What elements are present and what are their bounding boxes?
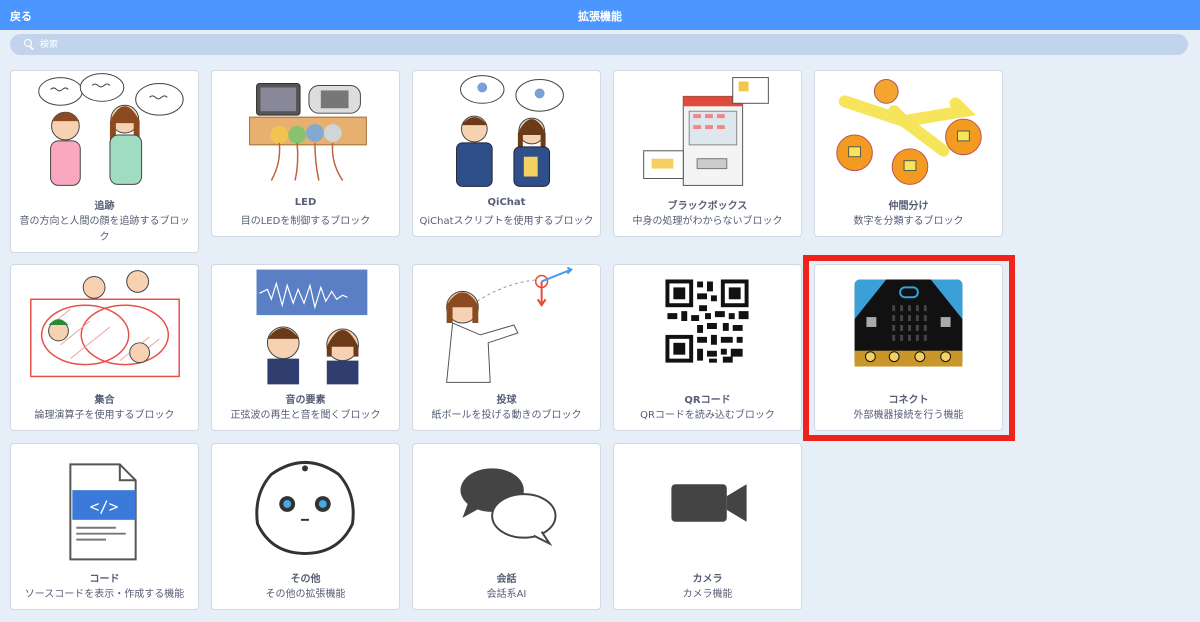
extension-description: 音の方向と人間の顔を追跡するブロック	[19, 216, 190, 243]
extension-description: ソースコードを表示・作成する機能	[24, 589, 185, 600]
extension-name: ブラックボックス	[667, 201, 748, 212]
extension-name: QRコード	[684, 395, 731, 406]
extension-description: 数字を分類するブロック	[853, 216, 964, 227]
venn-diagram-illustration	[30, 270, 180, 378]
people-talking-illustration	[38, 73, 184, 186]
extension-card-qichat[interactable]: QiChat QiChatスクリプトを使用するブロック	[412, 70, 601, 237]
search-input[interactable]	[40, 36, 1170, 53]
svg-text:</>: </>	[90, 497, 119, 516]
extension-description: カメラ機能	[682, 589, 733, 600]
extension-card-led[interactable]: LED 目のLEDを制御するブロック	[211, 70, 400, 237]
page-title: 拡張機能	[578, 10, 622, 23]
extension-description: 会話系AI	[486, 589, 527, 600]
extension-name: 会話	[496, 574, 517, 585]
search-icon	[24, 39, 32, 47]
extension-name: 投球	[496, 395, 517, 406]
extension-card-conversation[interactable]: 会話 会話系AI	[412, 443, 601, 610]
extension-name: QiChat	[487, 197, 526, 208]
extension-description: その他の拡張機能	[265, 589, 346, 600]
led-illustration	[249, 83, 367, 181]
extension-description: QiChatスクリプトを使用するブロック	[419, 216, 594, 227]
extension-card-throw[interactable]: 投球 紙ボールを投げる動きのブロック	[412, 264, 601, 431]
extension-name: 音の要素	[285, 395, 326, 406]
extension-card-grouping[interactable]: 仲間分け 数字を分類するブロック	[814, 70, 1003, 237]
qr-code-icon	[665, 279, 749, 363]
extension-card-sound-elements[interactable]: 音の要素 正弦波の再生と音を聞くブロック	[211, 264, 400, 431]
qichat-illustration	[456, 75, 564, 187]
speech-bubbles-icon	[460, 468, 557, 547]
search-bar	[10, 34, 1188, 55]
throwing-illustration	[446, 266, 573, 383]
extension-name: LED	[294, 197, 317, 208]
extension-name: 集合	[94, 395, 115, 406]
extension-card-set[interactable]: 集合 論理演算子を使用するブロック	[10, 264, 199, 431]
extension-description: 論理演算子を使用するブロック	[34, 410, 175, 421]
extension-name: その他	[290, 574, 321, 585]
extension-description: 目のLEDを制御するブロック	[240, 216, 371, 227]
extension-description: 正弦波の再生と音を聞くブロック	[230, 410, 381, 421]
robot-face-icon	[255, 461, 355, 555]
extension-name: コード	[89, 574, 120, 585]
extension-card-qr-code[interactable]: QRコード QRコードを読み込むブロック	[613, 264, 802, 431]
extension-card-other[interactable]: その他 その他の拡張機能	[211, 443, 400, 610]
soundwave-illustration	[256, 269, 368, 385]
extension-card-code[interactable]: </> コード ソースコードを表示・作成する機能	[10, 443, 199, 610]
extension-name: 追跡	[94, 201, 115, 212]
connect-card-highlight	[803, 255, 1015, 441]
extension-description: QRコードを読み込むブロック	[640, 410, 775, 421]
extension-name: 仲間分け	[888, 201, 929, 212]
extension-card-camera[interactable]: カメラ カメラ機能	[613, 443, 802, 610]
vending-machine-illustration	[643, 77, 769, 186]
sorting-oranges-illustration	[836, 79, 982, 185]
extension-card-tracking[interactable]: 追跡 音の方向と人間の顔を追跡するブロック	[10, 70, 199, 253]
extension-description: 中身の処理がわからないブロック	[632, 216, 783, 227]
extension-description: 紙ボールを投げる動きのブロック	[431, 410, 582, 421]
extension-name: カメラ	[692, 574, 723, 585]
header-bar: 戻る 拡張機能	[0, 0, 1200, 30]
code-file-icon: </>	[69, 463, 137, 561]
extension-card-blackbox[interactable]: ブラックボックス 中身の処理がわからないブロック	[613, 70, 802, 237]
video-camera-icon	[671, 484, 747, 522]
